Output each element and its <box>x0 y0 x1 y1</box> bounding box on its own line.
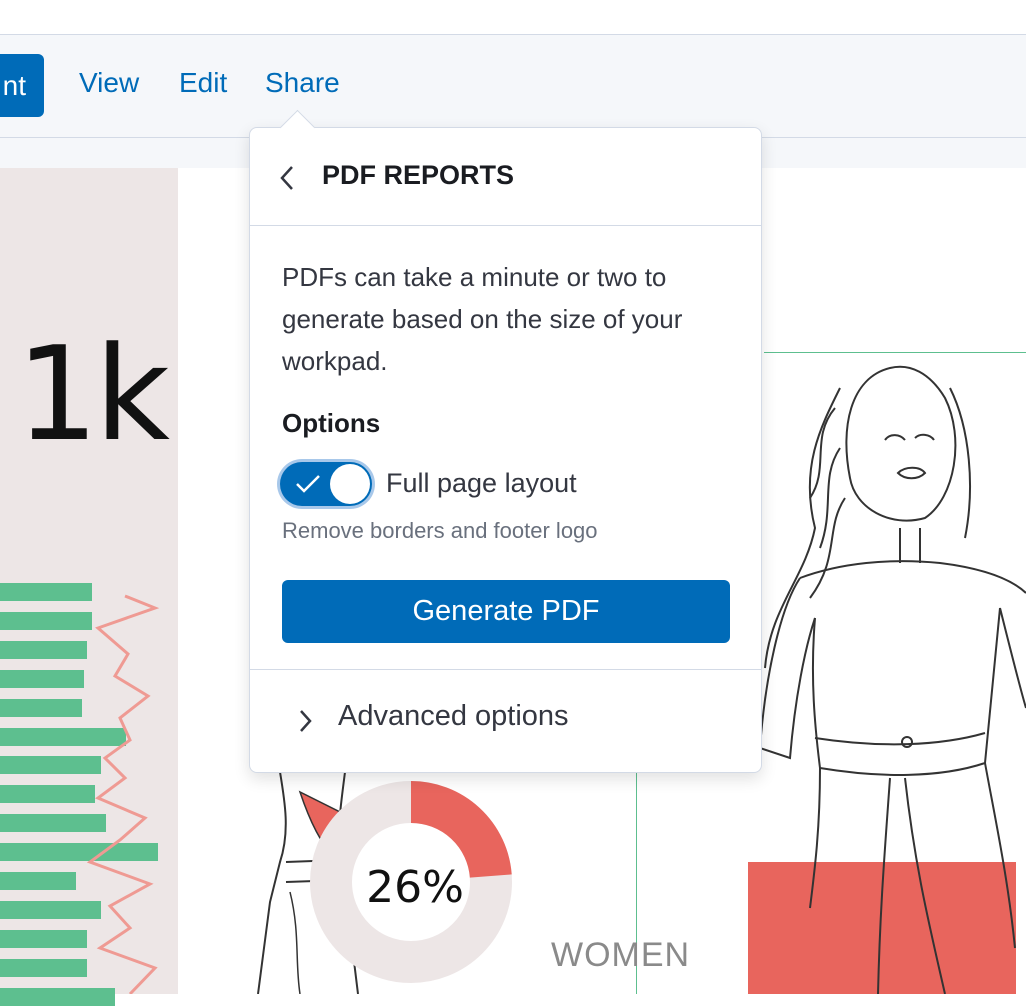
toggle-knob <box>330 464 370 504</box>
primary-button[interactable]: nt <box>0 54 44 117</box>
advanced-options-section[interactable]: Advanced options <box>250 669 761 774</box>
nav-view[interactable]: View <box>79 67 139 99</box>
toggle-label[interactable]: Full page layout <box>386 468 577 499</box>
advanced-options-label[interactable]: Advanced options <box>338 700 569 733</box>
popover-title: PDF REPORTS <box>322 160 515 190</box>
zigzag-line <box>86 594 160 994</box>
options-heading: Options <box>282 408 381 438</box>
nav-share[interactable]: Share <box>265 67 340 99</box>
woman-figure-illustration <box>758 365 1026 994</box>
top-strip <box>0 0 1026 35</box>
share-popover: PDF REPORTS PDFs can take a minute or tw… <box>249 109 762 774</box>
popover-header: PDF REPORTS <box>250 128 761 226</box>
toolbar: nt View Edit Share <box>0 35 1026 138</box>
full-page-layout-toggle[interactable] <box>280 462 372 506</box>
chevron-left-icon[interactable] <box>278 164 296 192</box>
generate-pdf-button[interactable]: Generate PDF <box>282 580 730 643</box>
popover-description: PDFs can take a minute or two to generat… <box>282 262 683 376</box>
women-label: WOMEN <box>551 936 691 974</box>
toggle-help-text: Remove borders and footer logo <box>282 518 598 543</box>
donut-percent: 26% <box>366 862 464 913</box>
check-icon <box>296 475 320 493</box>
chevron-right-icon <box>300 710 312 732</box>
nav-edit[interactable]: Edit <box>179 67 227 99</box>
